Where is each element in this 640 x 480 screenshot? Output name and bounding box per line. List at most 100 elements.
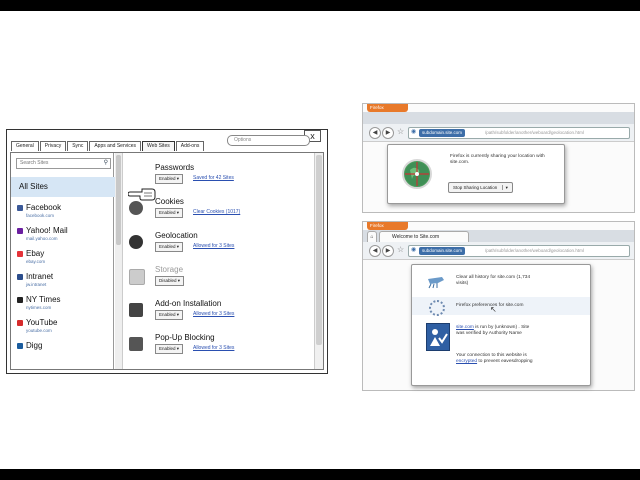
forward-button[interactable]: ▶ [382, 127, 394, 139]
back-button[interactable]: ◀ [369, 245, 381, 257]
sidebar-site-item[interactable]: Intranet jw.intranet [17, 272, 112, 292]
permission-title: Add-on Installation [155, 299, 222, 308]
site-identity-icon: ◉ [411, 129, 417, 135]
site-url: youtube.com [26, 328, 52, 333]
clear-history-item[interactable]: Clear all history for site.com (1,734 vi… [456, 275, 584, 287]
sidebar-scrollbar[interactable] [115, 153, 123, 369]
url-bar[interactable]: ◉ subdomain.site.com /path/subfolder/ano… [408, 127, 630, 139]
stop-sharing-button[interactable]: Stop Sharing Location ▾ [448, 182, 513, 193]
permission-link[interactable]: Allowed for 3 Sites [193, 243, 234, 249]
permission-link[interactable]: Saved for 42 Sites [193, 175, 234, 181]
permission-storage: Storage Disabled ▾ [125, 265, 305, 295]
sidebar-site-item[interactable]: Facebook facebook.com [17, 203, 112, 223]
chevron-down-icon: ▾ [175, 346, 180, 351]
url-path: /path/subfolder/another/weboard/geolocat… [485, 130, 584, 135]
tab-privacy[interactable]: Privacy [39, 141, 67, 151]
tab-general[interactable]: General [11, 141, 39, 151]
globe-icon [402, 159, 432, 189]
permission-title: Storage [155, 265, 184, 274]
permission-title: Passwords [155, 163, 195, 172]
site-identity-block[interactable]: subdomain.site.com [419, 129, 466, 137]
browser-window-geolocation: Firefox ◀ ▶ ☆ ◉ subdomain.site.com /path… [362, 103, 635, 213]
content-scrollbar[interactable] [314, 153, 323, 369]
bookmark-star-icon[interactable]: ☆ [397, 127, 404, 136]
chevron-down-icon: ▾ [175, 244, 180, 249]
forward-button[interactable]: ▶ [382, 245, 394, 257]
tab-strip [363, 112, 634, 124]
site-name: Ebay [26, 249, 45, 258]
chevron-down-icon: ▾ [175, 312, 180, 317]
geolocation-popup: Firefox is currently sharing your locati… [387, 144, 565, 204]
permission-geolocation: Geolocation Enabled ▾ Allowed for 3 Sites [125, 231, 305, 261]
verified-certificate-icon [426, 323, 450, 351]
sites-sidebar: Search Sites ⚲ All Sites Facebook faceboo… [11, 153, 117, 369]
preferences-item-row[interactable]: Firefox preferences for site.com ↖ [412, 297, 590, 316]
chevron-down-icon[interactable]: ▾ [501, 185, 508, 190]
site-favicon-icon [17, 251, 23, 257]
site-url: ebay.com [26, 259, 46, 264]
firefox-menu-button[interactable]: Firefox [367, 222, 408, 230]
permission-state-select[interactable]: Disabled ▾ [155, 276, 185, 286]
broom-icon [426, 275, 446, 289]
site-identity-icon: ◉ [411, 247, 417, 253]
permission-link[interactable]: Allowed for 3 Sites [193, 345, 234, 351]
site-favicon-icon [17, 274, 23, 280]
site-url: nytimes.com [26, 305, 52, 310]
prefs-tab-strip: General Privacy Sync Apps and Services Web S… [11, 141, 205, 152]
nav-toolbar: ◀ ▶ ☆ ◉ subdomain.site.com /path/subfold… [363, 242, 634, 260]
site-url: facebook.com [26, 213, 55, 218]
back-button[interactable]: ◀ [369, 127, 381, 139]
chevron-down-icon: ▾ [176, 278, 181, 283]
site-url: mail.yahoo.com [26, 236, 58, 241]
sidebar-item-all-sites[interactable]: All Sites [11, 177, 117, 197]
permission-link[interactable]: Allowed for 3 Sites [193, 311, 234, 317]
permission-state-select[interactable]: Enabled ▾ [155, 174, 184, 184]
firefox-menu-button[interactable]: Firefox [367, 104, 408, 112]
cookie-icon [129, 201, 143, 215]
sidebar-site-item[interactable]: Ebay ebay.com [17, 249, 112, 269]
permission-state-select[interactable]: Enabled ▾ [155, 242, 184, 252]
scroll-thumb[interactable] [316, 155, 322, 345]
url-path: /path/subfolder/another/weboard/geolocat… [485, 248, 584, 253]
web-sites-pane: Search Sites ⚲ All Sites Facebook faceboo… [10, 152, 324, 370]
tab-sync[interactable]: Sync [67, 141, 89, 151]
site-identity-block[interactable]: subdomain.site.com [419, 247, 466, 255]
site-favicon-icon [17, 205, 23, 211]
site-name: Yahoo! Mail [26, 226, 68, 235]
permission-state-select[interactable]: Enabled ▾ [155, 344, 184, 354]
site-verification-text: site.com is run by (unknown) . Site was … [456, 325, 530, 336]
cursor-icon: ↖ [490, 305, 497, 314]
site-favicon-icon [17, 228, 23, 234]
sidebar-site-item[interactable]: NY Times nytimes.com [17, 295, 112, 315]
sidebar-site-item[interactable]: Digg [17, 341, 112, 361]
tab-web-sites[interactable]: Web Sites [142, 141, 175, 151]
nav-toolbar: ◀ ▶ ☆ ◉ subdomain.site.com /path/subfold… [363, 124, 634, 142]
options-search-input[interactable]: Options [227, 135, 310, 146]
scroll-thumb[interactable] [116, 155, 121, 245]
search-icon: ⚲ [103, 160, 108, 166]
tab-add-ons[interactable]: Add-ons [175, 141, 205, 151]
permission-title: Pop-Up Blocking [155, 333, 215, 342]
site-name: NY Times [26, 295, 61, 304]
slide-top-bar [0, 0, 640, 11]
url-bar[interactable]: ◉ subdomain.site.com /path/subfolder/ano… [408, 245, 630, 257]
popup-icon [129, 337, 143, 351]
browser-window-site-info: Firefox ⌂ Welcome to Site.com ◀ ▶ ☆ ◉ su… [362, 221, 635, 391]
permission-state-select[interactable]: Enabled ▾ [155, 310, 184, 320]
puzzle-icon [129, 303, 143, 317]
sites-search-input[interactable]: Search Sites ⚲ [16, 158, 111, 169]
permission-link[interactable]: Clear Cookies (1017) [193, 209, 240, 215]
site-name: YouTube [26, 318, 58, 327]
globe-icon [129, 235, 143, 249]
tab-apps-and-services[interactable]: Apps and Services [89, 141, 142, 151]
sidebar-site-item[interactable]: YouTube youtube.com [17, 318, 112, 338]
permission-cookies: Cookies Enabled ▾ Clear Cookies (1017) [125, 197, 305, 227]
permission-pop-up-blocking: Pop-Up Blocking Enabled ▾ Allowed for 3 Si… [125, 333, 305, 363]
preferences-window: x Options General Privacy Sync Apps and Ser… [6, 129, 328, 374]
sidebar-site-item[interactable]: Yahoo! Mail mail.yahoo.com [17, 226, 112, 246]
site-favicon-icon [17, 320, 23, 326]
bookmark-star-icon[interactable]: ☆ [397, 245, 404, 254]
permission-passwords: Passwords Enabled ▾ Saved for 42 Sites [125, 163, 305, 193]
permission-state-select[interactable]: Enabled ▾ [155, 208, 184, 218]
encryption-text: Your connection to this website is encry… [456, 353, 533, 364]
